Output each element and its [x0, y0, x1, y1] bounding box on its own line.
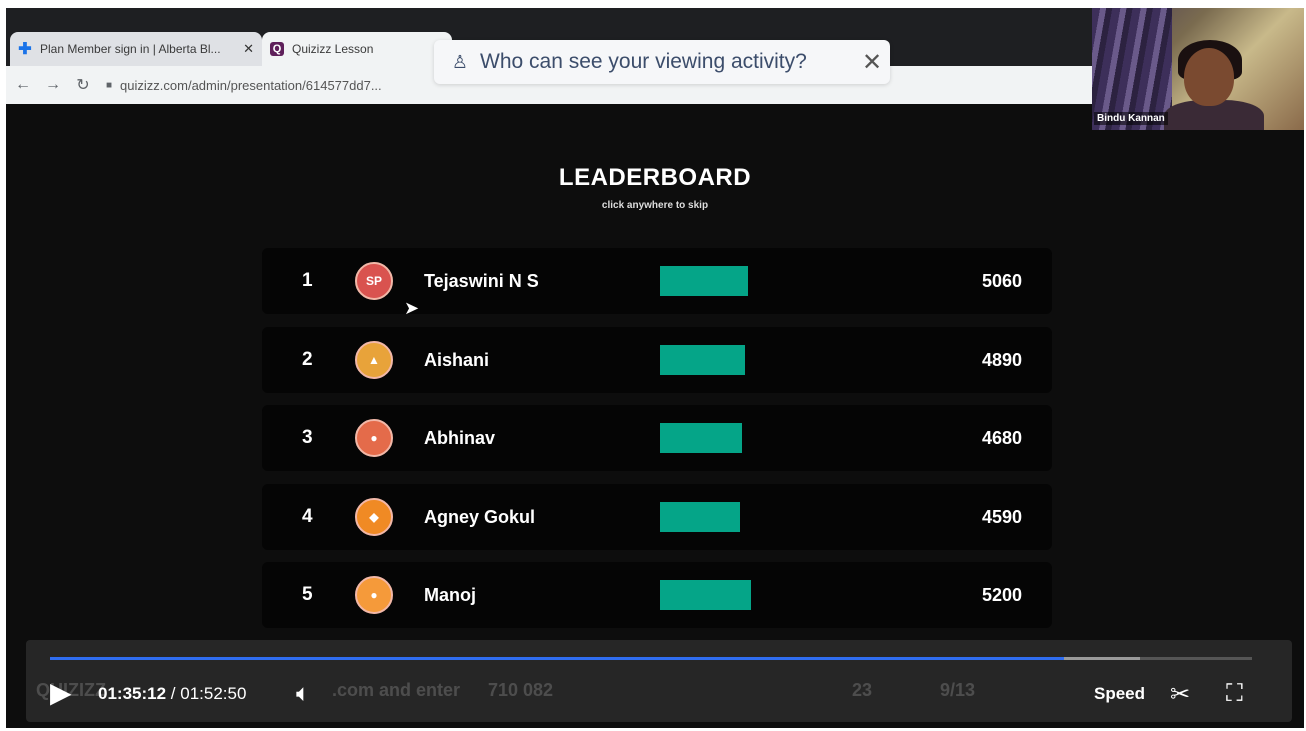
- mouse-cursor-icon: ➤: [404, 298, 420, 318]
- progress-track[interactable]: [50, 657, 1252, 660]
- current-time: 01:35:12: [98, 684, 167, 703]
- person-head: [1184, 48, 1234, 106]
- browser-tab-quizizz[interactable]: Q Quizizz Lesson: [262, 32, 452, 66]
- player-avatar: ●: [355, 419, 393, 457]
- time-display: 01:35:12 / 01:52:50: [98, 684, 246, 704]
- leaderboard-row: 1 SP Tejaswini N S 5060: [262, 248, 1052, 314]
- player-name: Aishani: [424, 349, 490, 370]
- rank-number: 5: [302, 584, 313, 605]
- score-bar: [660, 266, 748, 296]
- browser-tab-alberta[interactable]: ✚ Plan Member sign in | Alberta Bl... ✕: [10, 32, 262, 66]
- viewing-activity-popup[interactable]: ♙ Who can see your viewing activity? ✕: [434, 40, 890, 84]
- slide-counter: 9/13: [940, 680, 976, 700]
- player-avatar: SP: [355, 262, 393, 300]
- join-instructions: .com and enter: [332, 680, 461, 700]
- total-time: 01:52:50: [180, 684, 247, 703]
- quizizz-q-icon: Q: [270, 42, 284, 56]
- url-field[interactable]: ■ quizizz.com/admin/presentation/614577d…: [106, 78, 382, 93]
- player-avatar: ●: [355, 576, 393, 614]
- time-separator: /: [170, 684, 176, 703]
- scissors-icon[interactable]: ✂: [1170, 680, 1190, 709]
- player-avatar: ▲: [355, 340, 393, 379]
- player-name: Abhinav: [424, 428, 496, 448]
- popup-text: Who can see your viewing activity?: [480, 50, 807, 73]
- player-name: Tejaswini N S: [424, 271, 539, 291]
- back-arrow-icon[interactable]: ←: [10, 76, 36, 94]
- game-code: 710 082: [488, 680, 554, 700]
- player-name: Agney Gokul: [424, 506, 536, 527]
- player-score: 4890: [981, 349, 1022, 370]
- rank-number: 3: [302, 427, 313, 448]
- player-score: 4590: [981, 506, 1022, 527]
- webcam-video: Bindu Kannan: [1092, 8, 1304, 130]
- rank-number: 4: [302, 505, 313, 527]
- person-eye-icon: ♙: [451, 51, 469, 72]
- plus-cross-icon: ✚: [18, 41, 32, 58]
- player-score: 4680: [981, 428, 1022, 448]
- player-count: 23: [852, 680, 873, 700]
- leaderboard-list: 1 SP Tejaswini N S 5060 2 ▲ Aishani 4890…: [262, 248, 1052, 641]
- player-avatar: ◆: [355, 497, 393, 536]
- score-bar: [660, 580, 751, 610]
- url-text: quizizz.com/admin/presentation/614577dd7…: [120, 77, 382, 93]
- close-icon[interactable]: ✕: [243, 41, 254, 57]
- screen-frame: ✚ Plan Member sign in | Alberta Bl... ✕ …: [6, 8, 1304, 728]
- leaderboard-subtitle[interactable]: click anywhere to skip: [6, 200, 1304, 211]
- volume-icon[interactable]: 🔈︎: [296, 680, 310, 708]
- progress-fill: [50, 657, 1065, 660]
- lock-icon: ■: [106, 79, 113, 91]
- close-icon[interactable]: ✕: [854, 48, 890, 77]
- score-bar: [660, 423, 742, 453]
- leaderboard-row: 2 ▲ Aishani 4890: [262, 326, 1052, 393]
- speed-button[interactable]: Speed: [1094, 684, 1145, 704]
- score-bar: [660, 501, 740, 532]
- leaderboard-row: 5 ● Manoj 5200: [262, 562, 1052, 628]
- video-player-controls: QUIZIZZ .com and enter 710 082 23 9/13 ▶…: [26, 640, 1292, 722]
- leaderboard-row: 3 ● Abhinav 4680: [262, 405, 1052, 471]
- participant-name: Bindu Kannan: [1094, 112, 1168, 125]
- leaderboard-row: 4 ◆ Agney Gokul 4590: [262, 483, 1052, 550]
- player-score: 5060: [981, 271, 1022, 291]
- fullscreen-icon[interactable]: ⛶: [1226, 680, 1243, 708]
- rank-number: 2: [302, 348, 313, 370]
- reload-icon[interactable]: ↻: [70, 75, 96, 95]
- player-name: Manoj: [424, 585, 476, 605]
- forward-arrow-icon[interactable]: →: [40, 76, 66, 94]
- leaderboard-title: LEADERBOARD: [558, 164, 752, 191]
- rank-number: 1: [302, 270, 313, 291]
- tab-label: Quizizz Lesson: [292, 42, 374, 56]
- score-bar: [660, 344, 745, 375]
- player-score: 5200: [981, 585, 1022, 605]
- play-button[interactable]: ▶: [50, 676, 72, 709]
- tab-label: Plan Member sign in | Alberta Bl...: [40, 42, 221, 56]
